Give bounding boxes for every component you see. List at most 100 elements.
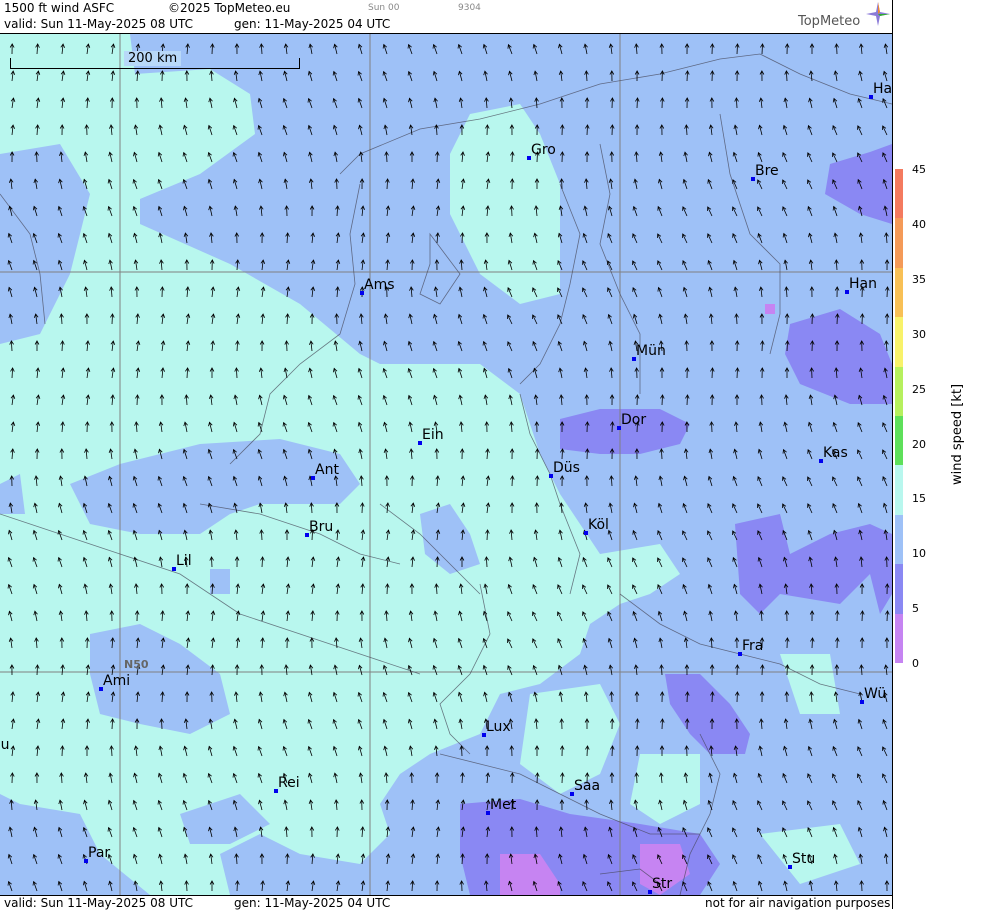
colorbar-tick-label: 35 — [912, 273, 926, 286]
footer-disclaimer: not for air navigation purposes — [705, 896, 890, 910]
wind-arrow-icon — [837, 44, 838, 54]
compass-logo-icon — [866, 2, 890, 26]
footer-gen-time: gen: 11-May-2025 04 UTC — [234, 896, 390, 910]
wind-arrow-icon — [687, 395, 688, 405]
city-name: Mün — [636, 343, 666, 359]
gen-time: gen: 11-May-2025 04 UTC — [234, 17, 390, 31]
colorbar-tick-label: 20 — [912, 438, 926, 451]
wind-arrow-icon — [837, 314, 838, 324]
wind-arrow-icon — [562, 449, 563, 459]
city-name: Ein — [422, 427, 444, 443]
wind-arrow-icon — [587, 746, 588, 756]
colorbar-segment — [895, 367, 903, 416]
colorbar-tick-label: 30 — [912, 328, 926, 341]
wind-arrow-icon — [512, 476, 513, 486]
city-name: Stu — [792, 851, 815, 867]
city-name: Bru — [309, 519, 333, 535]
colorbar-segment — [895, 614, 903, 663]
wind-arrow-icon — [112, 314, 113, 324]
wind-arrow-icon — [712, 692, 713, 702]
wind-arrow-icon — [137, 395, 138, 405]
wind-arrow-icon — [612, 746, 613, 756]
wind-arrow-icon — [387, 584, 388, 594]
wind-arrow-icon — [537, 773, 538, 783]
wind-arrow-icon — [762, 44, 763, 54]
city-name: Met — [490, 797, 516, 813]
colorbar-segment — [895, 416, 903, 465]
city-name: Str — [652, 876, 672, 892]
wind-arrow-icon — [887, 287, 888, 297]
colorbar-segment — [895, 465, 903, 514]
city-name: Lux — [486, 719, 511, 735]
city-name: Saa — [574, 778, 600, 794]
colorbar-segment — [895, 515, 903, 564]
wind-arrow-icon — [512, 152, 513, 162]
wind-arrow-icon — [512, 206, 513, 216]
city-name: Köl — [588, 517, 609, 533]
city-name: Han — [849, 276, 877, 292]
copyright: ©2025 TopMeteo.eu — [168, 1, 290, 15]
scale-label: 200 km — [124, 51, 181, 66]
wind-arrow-icon — [637, 98, 638, 108]
wind-arrow-icon — [37, 152, 38, 162]
city-name: Ams — [364, 277, 395, 293]
wind-arrow-icon — [237, 881, 238, 891]
footer-valid-time: valid: Sun 11-May-2025 08 UTC — [4, 896, 193, 910]
wind-map[interactable]: 200 km N50 HaGroBreAmsHanMünDorEinKasAnt… — [0, 34, 892, 895]
wind-arrow-icon — [212, 557, 213, 567]
city-name: Wü — [864, 686, 886, 702]
city-name: Gro — [531, 142, 556, 158]
wind-arrow-icon — [862, 881, 863, 891]
wind-arrow-icon — [362, 503, 363, 513]
wind-arrow-icon — [762, 395, 763, 405]
colorbar-segment — [895, 268, 903, 317]
wind-arrow-icon — [37, 665, 38, 675]
wind-arrow-icon — [62, 746, 63, 756]
topmeteo-logo: TopMeteo — [798, 14, 860, 29]
wind-arrow-icon — [762, 665, 763, 675]
wind-arrow-icon — [687, 341, 688, 351]
wind-arrow-icon — [662, 719, 663, 729]
wind-arrow-icon — [862, 611, 863, 621]
wind-arrow-icon — [287, 854, 288, 864]
run-short: Sun 00 — [368, 3, 399, 13]
logo-text: TopMeteo — [798, 14, 860, 29]
right-panel — [892, 0, 983, 909]
product-code: 9304 — [458, 3, 481, 13]
colorbar — [895, 169, 903, 663]
wind-arrow-icon — [212, 44, 213, 54]
city-name: Ami — [103, 673, 130, 689]
city-name: Fra — [742, 638, 763, 654]
city-name: Ha — [873, 81, 892, 97]
wind-arrow-icon — [662, 395, 663, 405]
wind-arrow-icon — [612, 692, 613, 702]
colorbar-tick-label: 0 — [912, 657, 919, 670]
valid-time: valid: Sun 11-May-2025 08 UTC — [4, 17, 193, 31]
colorbar-segment — [895, 169, 903, 218]
header-bar: 1500 ft wind ASFC ©2025 TopMeteo.eu Sun … — [0, 0, 892, 34]
wind-arrow-icon — [737, 44, 738, 54]
wind-arrow-icon — [462, 746, 463, 756]
city-name: Bre — [755, 163, 779, 179]
city-name: Düs — [553, 460, 580, 476]
wind-arrow-icon — [887, 611, 888, 621]
wind-arrow-icon — [437, 152, 438, 162]
product-title: 1500 ft wind ASFC — [4, 1, 114, 15]
wind-arrow-icon — [637, 773, 638, 783]
colorbar-segment — [895, 317, 903, 366]
wind-arrow-icon — [562, 773, 563, 783]
colorbar-title: wind speed [kt] — [950, 384, 965, 485]
city-name: Lil — [176, 553, 192, 569]
colorbar-tick-label: 15 — [912, 492, 926, 505]
footer-bar: valid: Sun 11-May-2025 08 UTC gen: 11-Ma… — [0, 895, 892, 910]
city-name: Ant — [315, 462, 339, 478]
city-name: Rei — [278, 775, 300, 791]
colorbar-tick-label: 40 — [912, 218, 926, 231]
wind-arrow-icon — [462, 233, 463, 243]
wind-arrow-icon — [737, 368, 738, 378]
wind-arrow-icon — [712, 422, 713, 432]
wind-arrow-icon — [637, 719, 638, 729]
colorbar-tick-label: 25 — [912, 383, 926, 396]
wind-arrow-icon — [687, 692, 688, 702]
colorbar-tick-label: 10 — [912, 547, 926, 560]
